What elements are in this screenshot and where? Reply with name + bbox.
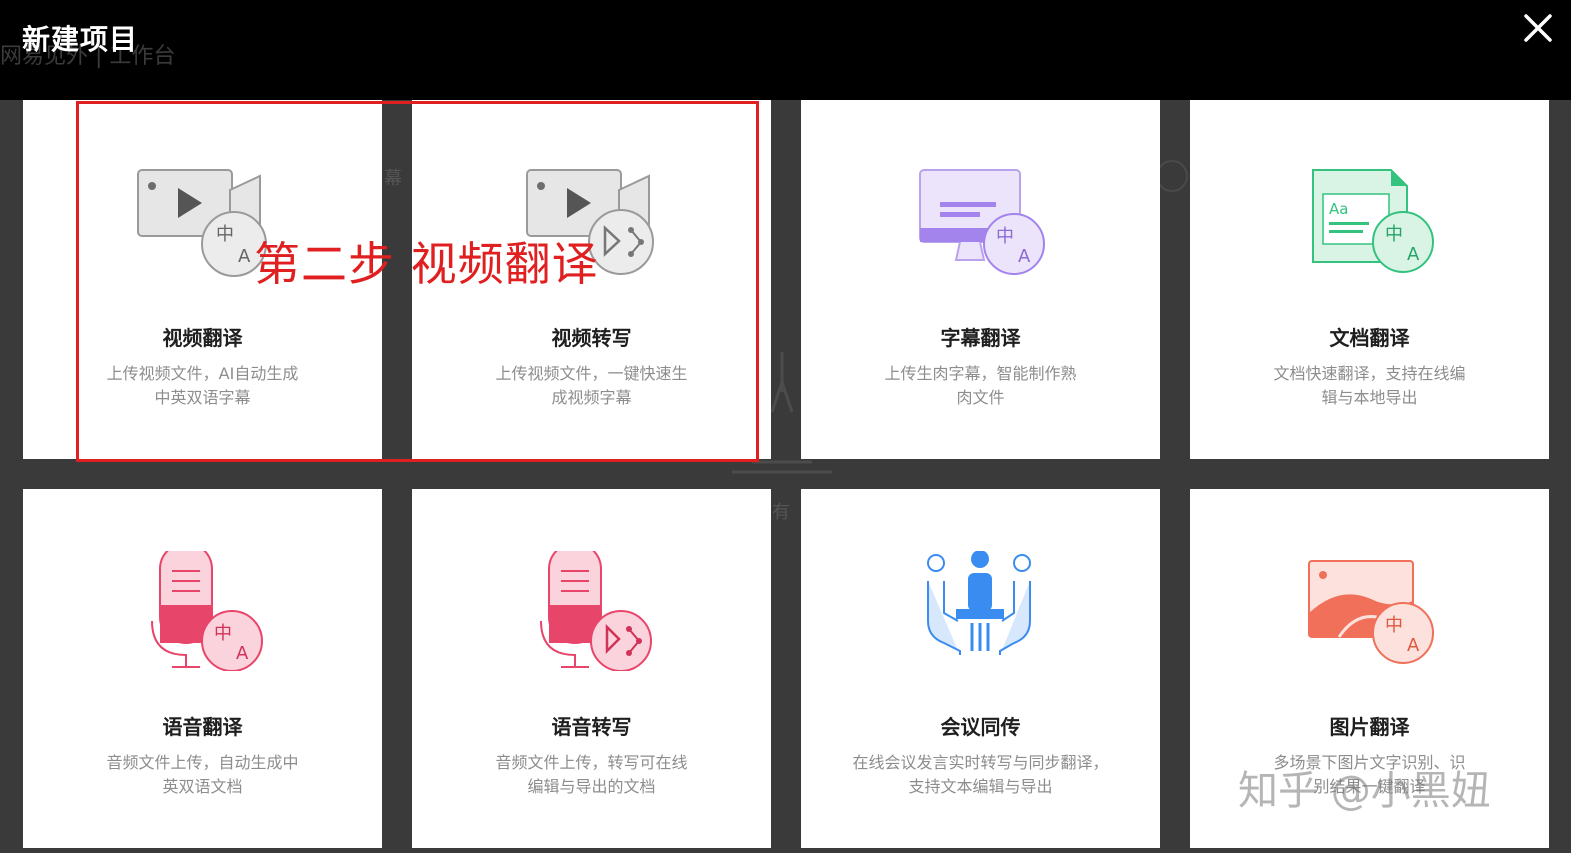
close-icon[interactable] xyxy=(1520,10,1556,46)
svg-text:A: A xyxy=(1407,635,1420,656)
step-annotation: 第二步 视频翻译 xyxy=(254,237,599,291)
card-title: 视频转写 xyxy=(551,326,632,350)
svg-text:Aa: Aa xyxy=(1329,200,1348,218)
card-audio-translate[interactable]: 中 A 语音翻译 音频文件上传，自动生成中英双语文档 xyxy=(23,489,382,848)
card-title: 会议同传 xyxy=(940,715,1021,739)
card-meeting-interpret[interactable]: 会议同传 在线会议发言实时转写与同步翻译，支持文本编辑与导出 xyxy=(801,489,1160,848)
svg-text:A: A xyxy=(236,643,249,664)
card-title: 字幕翻译 xyxy=(940,326,1021,350)
card-description: 文档快速翻译，支持在线编辑与本地导出 xyxy=(1273,364,1466,407)
card-title: 图片翻译 xyxy=(1329,715,1410,739)
modal-title: 新建项目 xyxy=(22,23,139,56)
card-title: 语音转写 xyxy=(551,715,632,739)
audio-translate-icon: 中 A xyxy=(132,551,272,671)
card-title: 视频翻译 xyxy=(162,326,243,350)
card-title: 语音翻译 xyxy=(162,715,243,739)
svg-text:中: 中 xyxy=(214,623,232,644)
video-translate-icon: 中 A xyxy=(132,162,272,282)
subtitle-translate-icon: 中 A xyxy=(910,162,1050,282)
card-description: 音频文件上传，转写可在线编辑与导出的文档 xyxy=(495,753,688,796)
card-description: 上传视频文件，一键快速生成视频字幕 xyxy=(495,364,688,407)
modal-header: 网易见外 | 工作台 新建项目 xyxy=(0,0,1571,100)
card-description: 上传生肉字幕，智能制作熟肉文件 xyxy=(884,364,1077,407)
meeting-interpret-icon xyxy=(910,551,1050,671)
background-fragment: 有 xyxy=(772,502,790,523)
card-title: 文档翻译 xyxy=(1329,326,1410,350)
svg-text:A: A xyxy=(238,246,251,267)
svg-text:中: 中 xyxy=(1385,615,1403,636)
background-dropdown-icon xyxy=(1156,160,1188,192)
svg-text:中: 中 xyxy=(996,226,1014,247)
card-subtitle-translate[interactable]: 中 A 字幕翻译 上传生肉字幕，智能制作熟肉文件 xyxy=(801,100,1160,459)
card-audio-transcribe[interactable]: 语音转写 音频文件上传，转写可在线编辑与导出的文档 xyxy=(412,489,771,848)
card-description: 音频文件上传，自动生成中英双语文档 xyxy=(106,753,299,796)
image-translate-icon: 中 A xyxy=(1299,551,1439,671)
card-description: 上传视频文件，AI自动生成中英双语字幕 xyxy=(106,364,299,407)
watermark: 知乎 @小黑妞 xyxy=(1238,768,1491,814)
card-description: 在线会议发言实时转写与同步翻译，支持文本编辑与导出 xyxy=(852,753,1109,796)
card-document-translate[interactable]: Aa 中 A 文档翻译 文档快速翻译，支持在线编辑与本地导出 xyxy=(1190,100,1549,459)
svg-text:中: 中 xyxy=(1385,224,1403,245)
background-fragment: 幕 xyxy=(384,168,402,189)
svg-text:A: A xyxy=(1407,244,1420,265)
svg-text:A: A xyxy=(1018,246,1031,267)
document-translate-icon: Aa 中 A xyxy=(1299,162,1439,282)
audio-transcribe-icon xyxy=(521,551,661,671)
svg-text:中: 中 xyxy=(216,224,234,245)
